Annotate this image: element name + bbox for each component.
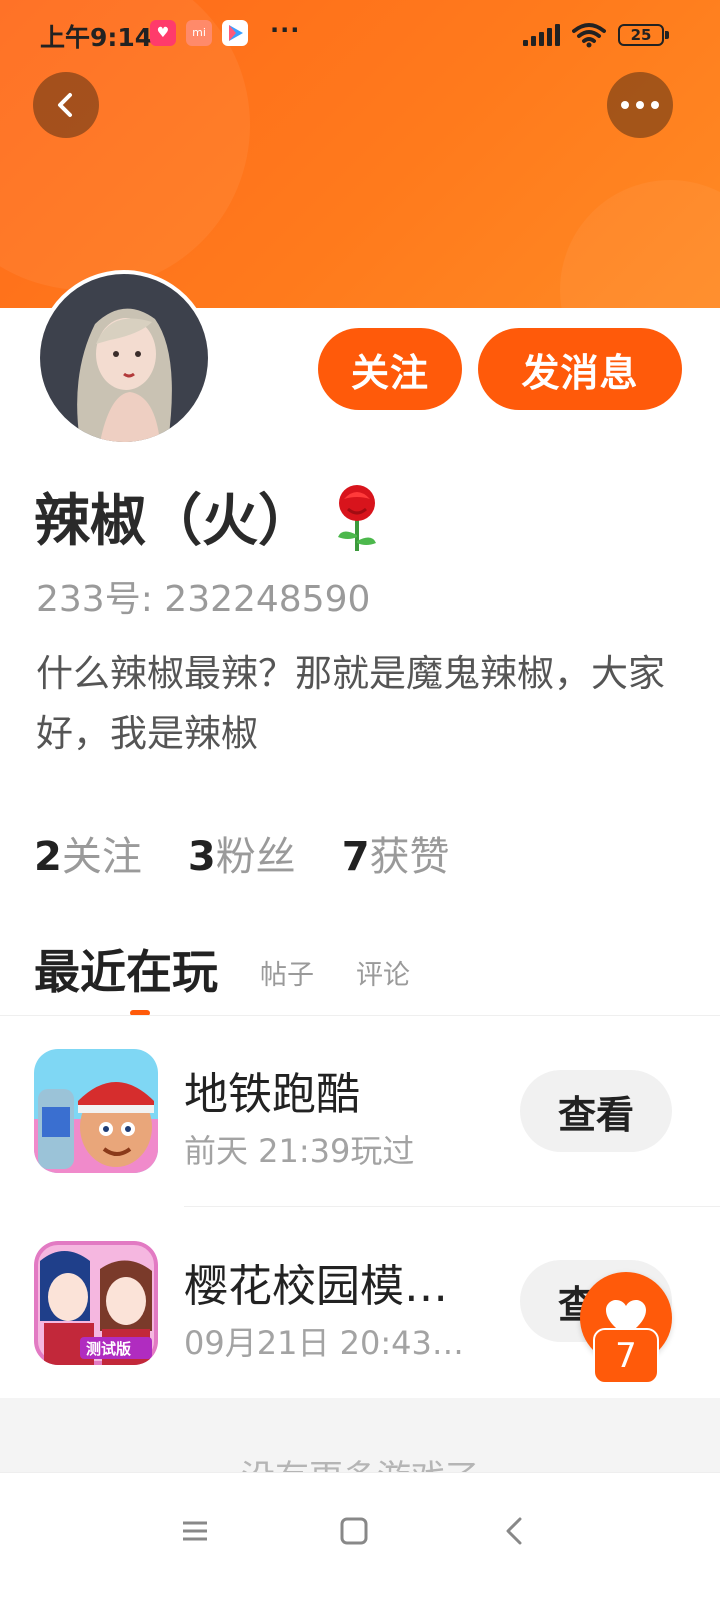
system-nav-bar	[0, 1472, 720, 1600]
mi-store-icon: mi	[186, 20, 212, 46]
divider	[184, 1206, 720, 1207]
view-game-button[interactable]: 查看	[520, 1070, 672, 1152]
menu-button[interactable]	[165, 1501, 225, 1561]
stat-label: 获赞	[369, 834, 450, 880]
home-button[interactable]	[324, 1501, 384, 1561]
signal-icon	[523, 24, 560, 46]
home-icon	[340, 1517, 368, 1545]
stat-value: 2	[34, 834, 62, 880]
tab-comments[interactable]: 评论	[356, 953, 410, 1002]
profile-name: 辣椒（火）	[34, 476, 386, 557]
rose-icon	[338, 484, 376, 551]
video-app-icon: ♥	[150, 20, 176, 46]
send-message-button[interactable]: 发消息	[478, 328, 682, 410]
follow-button[interactable]: 关注	[318, 328, 462, 410]
no-more-text: 没有更多游戏了	[0, 1450, 720, 1472]
game-played-time: 09月21日 20:43…	[184, 1324, 464, 1362]
subway-surfers-icon	[34, 1049, 158, 1173]
system-back-button[interactable]	[484, 1501, 544, 1561]
avatar-ring	[36, 270, 212, 446]
tab-posts[interactable]: 帖子	[260, 953, 314, 1002]
wifi-icon	[572, 23, 606, 48]
status-bar: 上午9:14 ♥ mi ··· 25	[0, 0, 720, 72]
stat-followers[interactable]: 3粉丝	[188, 824, 296, 882]
back-icon	[506, 1517, 522, 1545]
stat-value: 7	[341, 834, 370, 880]
menu-icon	[183, 1521, 207, 1541]
sakura-school-icon: 测试版	[34, 1241, 158, 1365]
game-played-time: 前天 21:39玩过	[184, 1132, 415, 1170]
game-title: 樱花校园模…	[184, 1261, 448, 1312]
stat-likes[interactable]: 7获赞	[342, 824, 450, 882]
tab-recently-played[interactable]: 最近在玩	[34, 936, 218, 1016]
stat-label: 粉丝	[215, 834, 296, 880]
status-time: 上午9:14	[40, 23, 153, 52]
list-item[interactable]: 地铁跑酷 前天 21:39玩过 查看	[0, 1016, 720, 1206]
list-footer: 没有更多游戏了	[0, 1398, 720, 1472]
more-dots-icon	[621, 101, 659, 109]
chevron-left-icon	[58, 93, 72, 117]
user-id: 233号: 232248590	[36, 579, 371, 620]
profile-bio: 什么辣椒最辣？那就是魔鬼辣椒，大家好，我是辣椒	[36, 652, 665, 755]
stat-following[interactable]: 2关注	[34, 824, 142, 882]
profile-stats: 2关注 3粉丝 7获赞	[34, 824, 450, 882]
stat-value: 3	[187, 834, 216, 880]
battery-icon: 25	[618, 24, 669, 46]
profile-name-text: 辣椒（火）	[34, 489, 314, 554]
stat-label: 关注	[61, 834, 142, 880]
svg-text:测试版: 测试版	[86, 1340, 131, 1358]
avatar[interactable]	[40, 274, 208, 442]
profile-tabs: 最近在玩 帖子 评论	[34, 936, 410, 1016]
back-button[interactable]	[33, 72, 99, 138]
status-more: ···	[270, 16, 301, 44]
play-store-icon	[222, 20, 248, 46]
more-options-button[interactable]	[607, 72, 673, 138]
like-count-badge: 7	[593, 1328, 659, 1384]
game-title: 地铁跑酷	[184, 1069, 360, 1120]
